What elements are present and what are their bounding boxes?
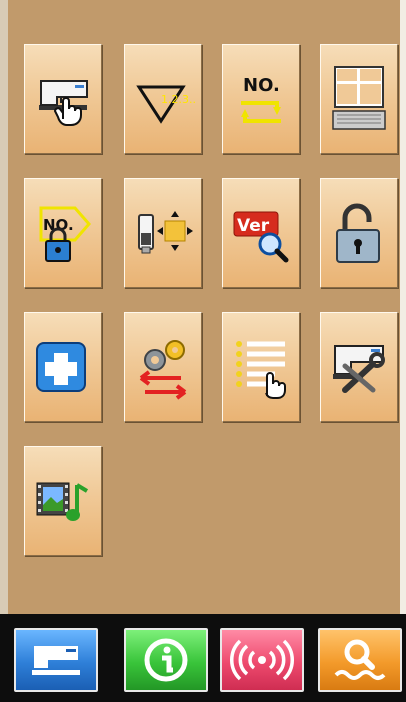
nav-sewing-button[interactable] (14, 628, 98, 692)
magnifier-wave-icon (334, 639, 386, 680)
nav-info-button[interactable] (124, 628, 208, 692)
sewing-machine-touch-icon (39, 80, 88, 126)
sewing-machine-icon (32, 646, 80, 675)
machine-wrench-icon (333, 345, 385, 393)
pattern-sequence-text: 1.2.3.. (161, 93, 195, 106)
screen: 1.2.3.. NO. NO. Ver (0, 0, 406, 702)
usb-transfer-button[interactable] (124, 178, 202, 288)
add-button[interactable] (24, 312, 102, 422)
screen-left-frame (0, 0, 8, 614)
sewing-machine-touch-button[interactable] (24, 44, 102, 154)
pattern-sequence-triangle-icon: 1.2.3.. (136, 85, 195, 124)
usb-transfer-icon (138, 211, 193, 254)
nav-search-button[interactable] (318, 628, 402, 692)
version-text: Ver (237, 216, 270, 236)
pattern-number-cycle-icon: NO. (241, 75, 281, 123)
screen-right-frame (400, 0, 406, 614)
version-search-icon: Ver (233, 211, 289, 263)
version-search-button[interactable]: Ver (222, 178, 300, 288)
list-select-button[interactable] (222, 312, 300, 422)
padlock-open-icon (336, 203, 380, 263)
grid-window-keyboard-icon (332, 66, 386, 130)
info-icon (144, 638, 188, 682)
pattern-sequence-button[interactable]: 1.2.3.. (124, 44, 202, 154)
pattern-number-text: NO. (243, 75, 280, 96)
signal-wave-icon (230, 639, 294, 681)
nav-signal-button[interactable] (220, 628, 304, 692)
machine-maintenance-button[interactable] (320, 312, 398, 422)
number-lock-button[interactable]: NO. (24, 178, 102, 288)
unlock-button[interactable] (320, 178, 398, 288)
film-music-icon (36, 482, 89, 521)
grid-layout-button[interactable] (320, 44, 398, 154)
number-lock-text: NO. (43, 216, 74, 234)
number-lock-icon: NO. (39, 206, 91, 262)
media-button[interactable] (24, 446, 102, 556)
medical-cross-icon (36, 342, 86, 392)
parameter-settings-button[interactable] (124, 312, 202, 422)
list-touch-icon (236, 341, 286, 399)
pattern-number-button[interactable]: NO. (222, 44, 300, 154)
gear-settings-exchange-icon (139, 340, 187, 400)
